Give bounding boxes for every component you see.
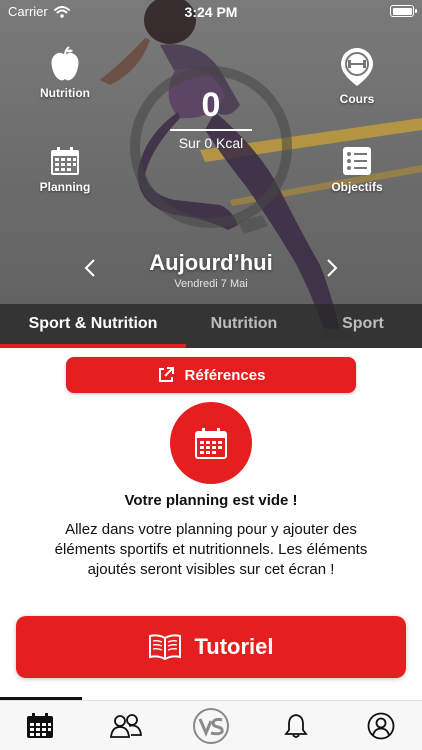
bottom-navigation <box>0 700 422 750</box>
objectives-shortcut-label: Objectifs <box>331 180 383 194</box>
active-tab-indicator <box>0 344 186 348</box>
planning-shortcut[interactable]: Planning <box>20 146 110 194</box>
user-icon <box>367 712 395 740</box>
empty-state-title: Votre planning est vide ! <box>124 492 298 509</box>
nutrition-shortcut[interactable]: Nutrition <box>20 46 110 100</box>
tutorial-button-label: Tutoriel <box>194 634 274 659</box>
empty-state-calendar <box>170 402 252 484</box>
nav-calendar[interactable] <box>20 709 60 743</box>
tab-sport[interactable]: Sport <box>318 304 408 348</box>
users-icon <box>110 714 143 738</box>
calendar-icon <box>27 713 53 738</box>
nav-profile[interactable] <box>361 709 401 743</box>
tab-bar: Sport & Nutrition Nutrition Sport <box>0 304 422 348</box>
status-bar: Carrier 3:24 PM <box>0 0 422 22</box>
tutorial-button[interactable]: Tutoriel <box>16 616 406 678</box>
nutrition-shortcut-label: Nutrition <box>40 86 90 100</box>
courses-shortcut[interactable]: Cours <box>312 46 402 106</box>
planning-shortcut-label: Planning <box>39 180 91 194</box>
nav-community[interactable] <box>106 709 146 743</box>
tab-sport-nutrition[interactable]: Sport & Nutrition <box>0 304 186 348</box>
status-time: 3:24 PM <box>184 4 238 20</box>
dumbbell-pin-icon <box>341 48 373 86</box>
book-icon <box>149 634 182 661</box>
references-button-label: Références <box>184 366 266 384</box>
hero-banner: Carrier 3:24 PM Nutrition Cours Planning… <box>0 0 422 348</box>
bell-icon <box>284 714 308 738</box>
objectives-shortcut[interactable]: Objectifs <box>312 146 402 194</box>
nav-home[interactable] <box>191 708 231 744</box>
next-day-button[interactable] <box>322 258 342 284</box>
kcal-value: 0 <box>201 86 221 124</box>
calendar-icon <box>195 428 227 459</box>
chevron-right-icon <box>327 259 338 277</box>
nav-notifications[interactable] <box>276 709 316 743</box>
checklist-icon <box>343 147 371 175</box>
day-date: Vendredi 7 Mai <box>174 278 248 290</box>
apple-icon <box>51 46 79 81</box>
day-title: Aujourd’hui <box>149 250 273 275</box>
kcal-divider <box>170 129 252 131</box>
references-button[interactable]: Références <box>66 357 356 393</box>
calendar-icon <box>51 147 79 175</box>
empty-state-description: Allez dans votre planning pour y ajouter… <box>54 521 368 578</box>
external-link-icon <box>158 367 174 382</box>
courses-shortcut-label: Cours <box>339 92 375 106</box>
kcal-label: Sur 0 Kcal <box>178 135 244 151</box>
vs-logo-icon <box>193 708 229 744</box>
tab-nutrition[interactable]: Nutrition <box>186 304 302 348</box>
battery-icon <box>390 5 417 17</box>
